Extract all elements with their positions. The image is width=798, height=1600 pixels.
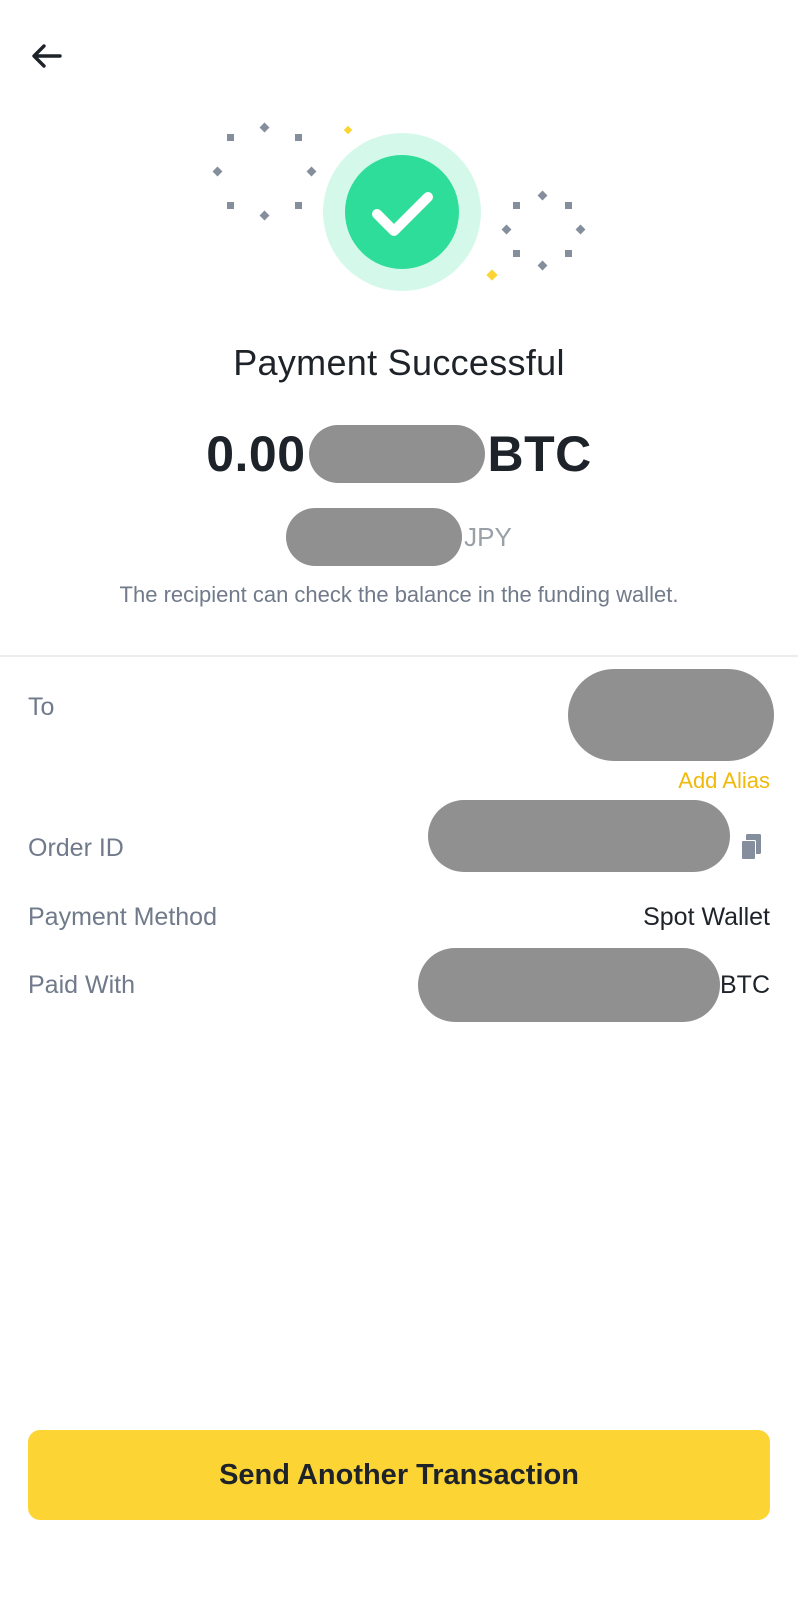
sparkle-yellow-top [343, 125, 353, 135]
divider [0, 655, 798, 657]
add-alias-link[interactable]: Add Alias [678, 768, 770, 794]
fiat-redacted [286, 508, 463, 566]
arrow-left-icon [32, 44, 62, 68]
confetti-dots-left [212, 122, 317, 221]
amount-display: 0.00 BTC [0, 424, 798, 484]
page-title: Payment Successful [233, 342, 565, 383]
success-illustration [212, 122, 586, 291]
to-label: To [28, 693, 55, 721]
paid-with-redacted [418, 948, 720, 1022]
amount-prefix: 0.00 [206, 426, 306, 482]
copy-icon[interactable] [738, 832, 766, 862]
payment-method-label: Payment Method [28, 903, 217, 931]
amount-redacted [308, 425, 485, 483]
send-another-transaction-button[interactable]: Send Another Transaction [28, 1430, 770, 1520]
order-id-redacted [428, 800, 730, 872]
fiat-amount: JPY [0, 508, 798, 566]
fiat-unit: JPY [464, 521, 512, 552]
confetti-dots-right [501, 190, 586, 271]
amount-unit: BTC [487, 426, 592, 482]
paid-with-unit: BTC [720, 971, 770, 999]
payment-method-value: Spot Wallet [643, 903, 770, 931]
sparkle-yellow-bottom [486, 269, 498, 281]
recipient-redacted [568, 669, 774, 761]
funding-wallet-note: The recipient can check the balance in t… [119, 582, 679, 607]
check-circle [345, 155, 459, 269]
order-id-label: Order ID [28, 834, 124, 862]
paid-with-label: Paid With [28, 971, 135, 999]
back-button[interactable] [28, 38, 68, 74]
